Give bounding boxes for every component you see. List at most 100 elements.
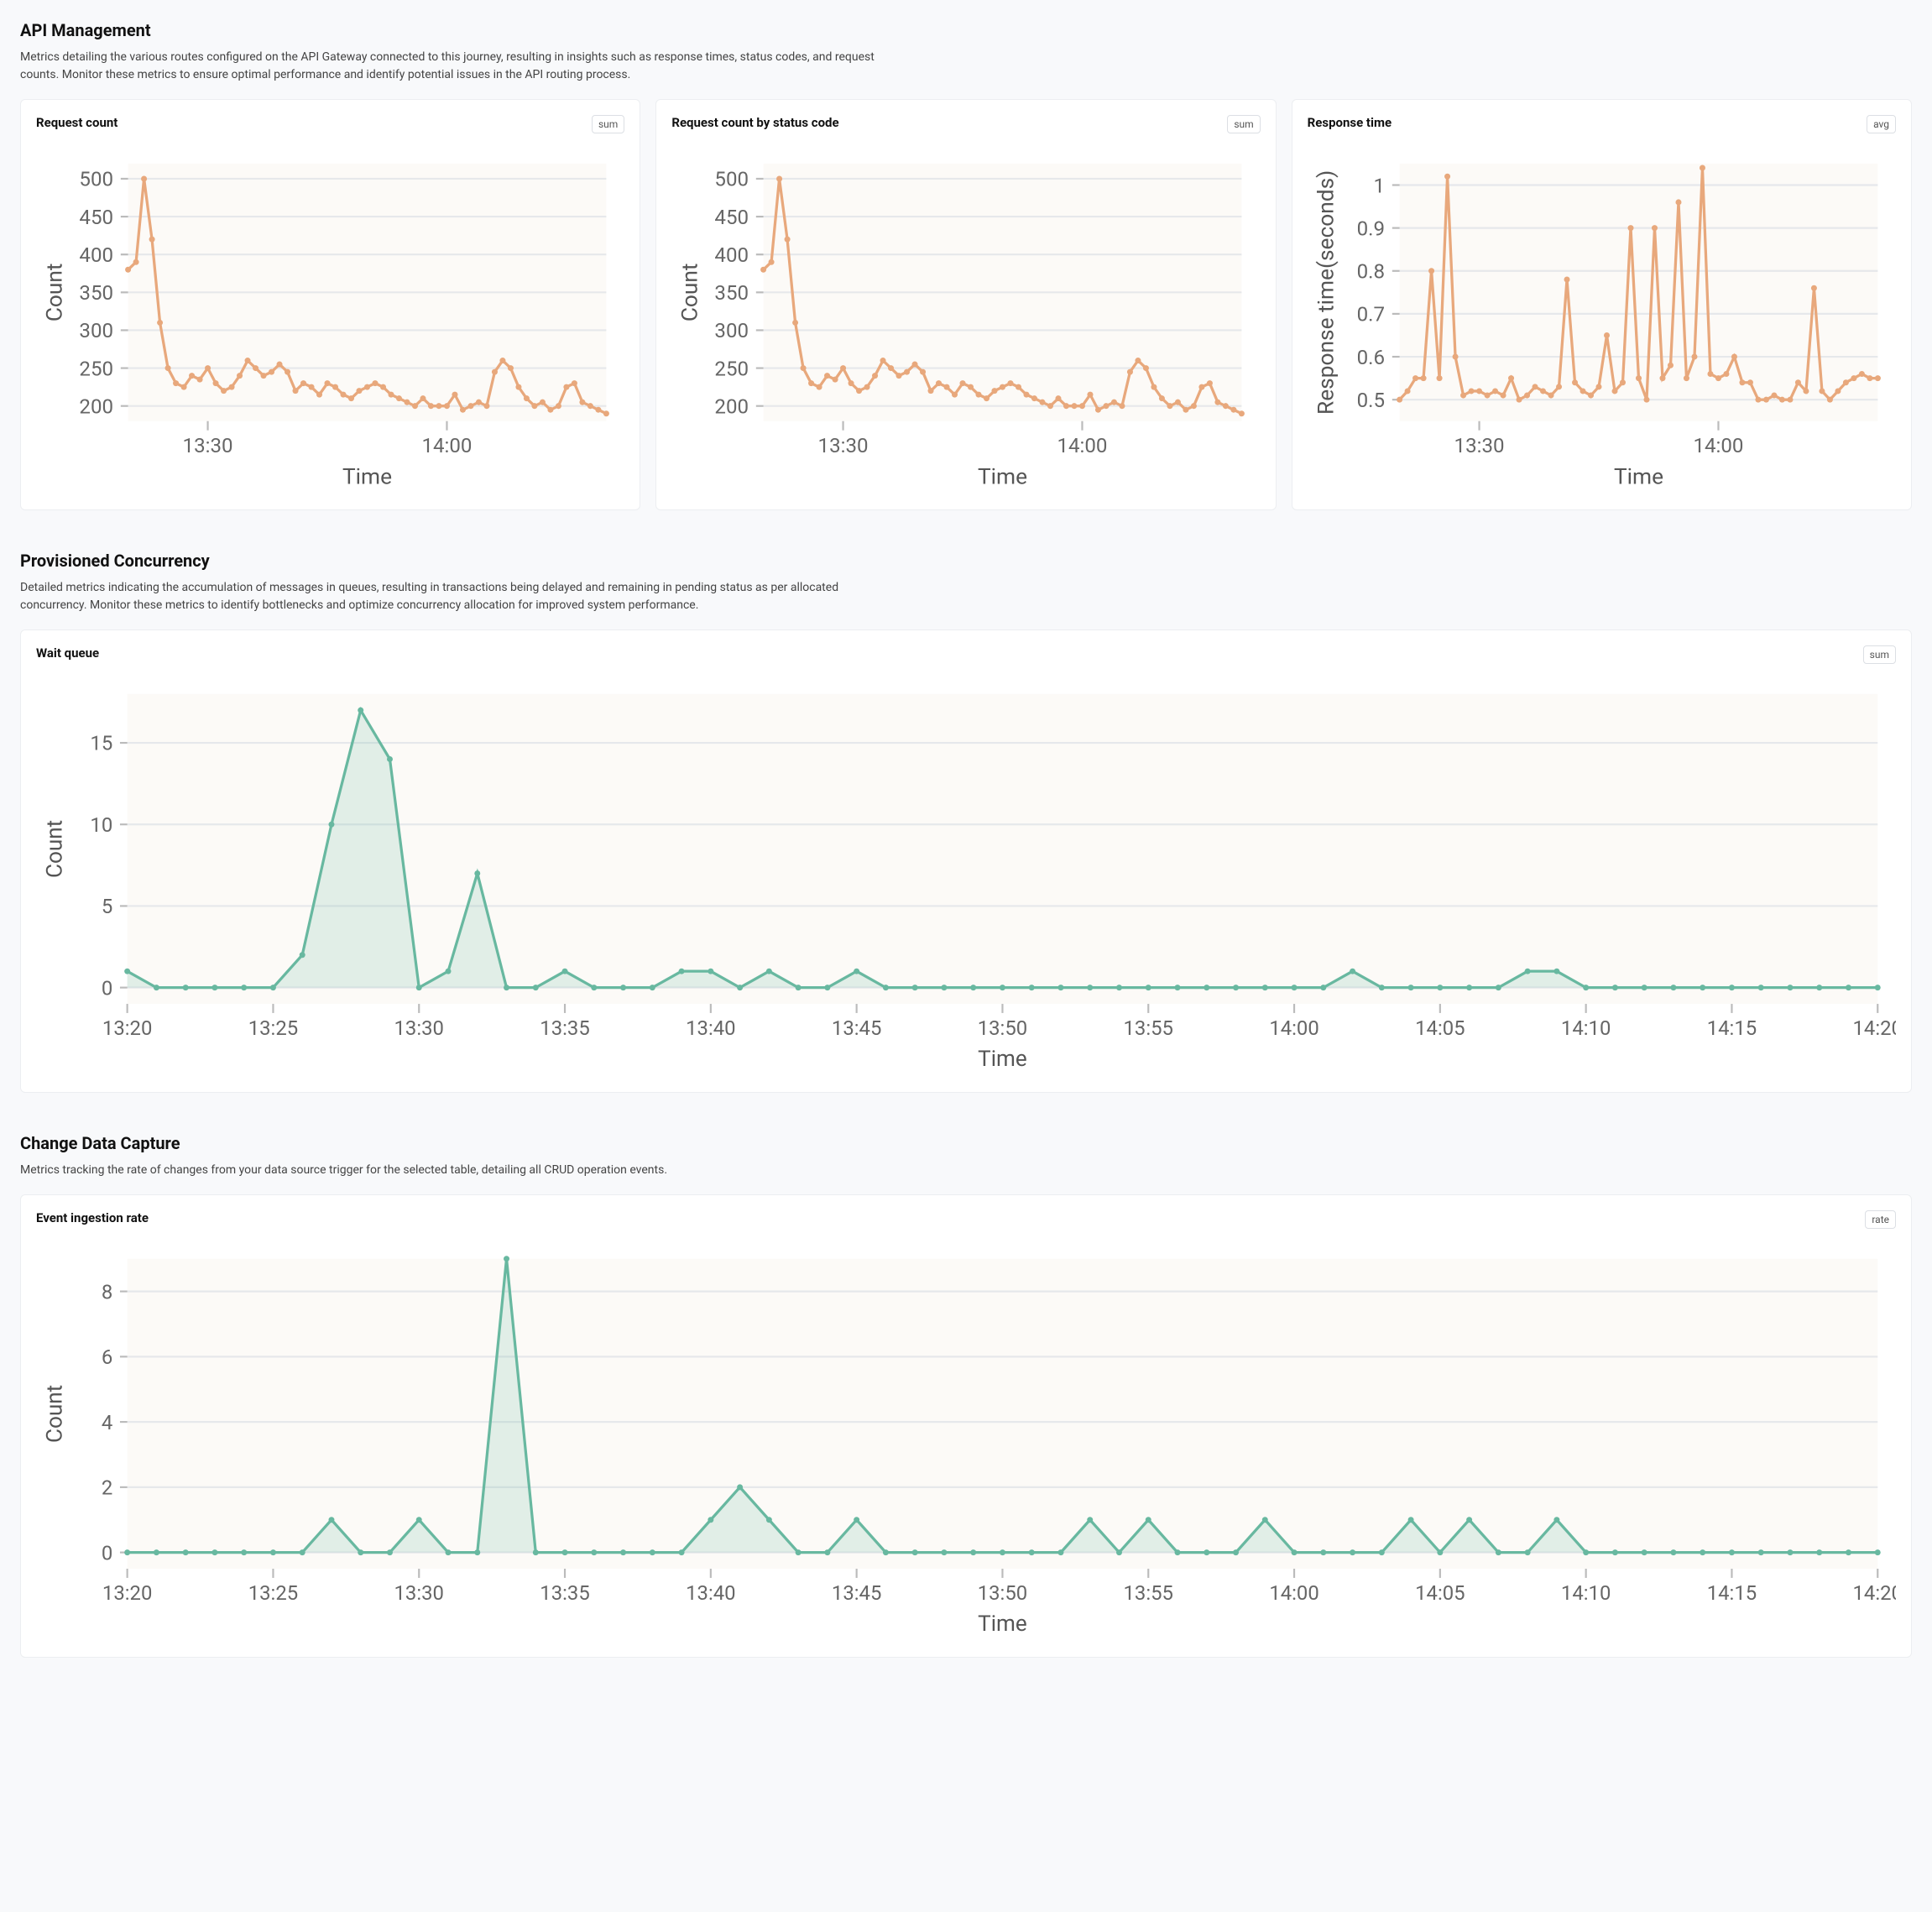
svg-text:350: 350	[715, 281, 749, 305]
svg-text:14:00: 14:00	[1057, 434, 1108, 457]
svg-text:400: 400	[79, 243, 113, 267]
chart-title: Wait queue	[36, 645, 99, 661]
chart-request-count[interactable]: 200 250 300 350 400 450 500 13:30 14:00 Time Count	[36, 145, 624, 494]
svg-text:200: 200	[79, 394, 113, 418]
svg-text:0: 0	[102, 977, 112, 1000]
svg-text:13:35: 13:35	[540, 1016, 589, 1040]
svg-text:13:30: 13:30	[183, 434, 233, 457]
svg-text:450: 450	[79, 206, 113, 229]
svg-text:250: 250	[79, 357, 113, 380]
svg-text:Time: Time	[978, 1047, 1027, 1072]
chart-title: Request count by status code	[671, 115, 838, 130]
svg-text:300: 300	[79, 319, 113, 342]
svg-text:350: 350	[79, 281, 113, 305]
svg-text:14:10: 14:10	[1561, 1581, 1611, 1605]
svg-text:13:25: 13:25	[248, 1016, 298, 1040]
aggregation-badge[interactable]: sum	[1227, 115, 1260, 133]
svg-text:14:05: 14:05	[1415, 1016, 1465, 1040]
card-wait-queue: Wait queue sum 0 5 10 15 13:20 13:25 13:30 13:3…	[20, 629, 1912, 1093]
svg-text:13:40: 13:40	[686, 1581, 735, 1605]
svg-text:Time: Time	[1614, 464, 1663, 489]
chart-response-time[interactable]: 0.5 0.6 0.7 0.8 0.9 1 13:30 14:00 Time Response t…	[1308, 145, 1896, 494]
svg-text:500: 500	[79, 168, 113, 191]
chart-title: Request count	[36, 115, 117, 130]
chart-title: Event ingestion rate	[36, 1210, 149, 1225]
svg-text:200: 200	[715, 394, 749, 418]
svg-text:Count: Count	[42, 820, 67, 878]
svg-text:14:20: 14:20	[1853, 1581, 1896, 1605]
chart-row: Request count sum 200 250 300 350 400 450 500 1…	[20, 99, 1912, 510]
svg-text:14:20: 14:20	[1853, 1016, 1896, 1040]
chart-title: Response time	[1308, 115, 1392, 130]
svg-text:0: 0	[102, 1542, 112, 1565]
section-title: Change Data Capture	[20, 1133, 1912, 1153]
svg-text:13:20: 13:20	[102, 1581, 152, 1605]
svg-text:13:40: 13:40	[686, 1016, 735, 1040]
chart-wait-queue[interactable]: 0 5 10 15 13:20 13:25 13:30 13:35 13:40 13:45 13:5…	[36, 676, 1896, 1077]
card-response-time: Response time avg 0.5 0.6 0.7 0.8 0.9 1 13:30 1…	[1292, 99, 1912, 510]
svg-text:5: 5	[102, 896, 112, 919]
svg-text:13:25: 13:25	[248, 1581, 298, 1605]
card-request-count: Request count sum 200 250 300 350 400 450 500 1…	[20, 99, 640, 510]
aggregation-badge[interactable]: avg	[1867, 115, 1896, 133]
section-provisioned-concurrency: Provisioned Concurrency Detailed metrics…	[20, 551, 1912, 1093]
svg-text:14:15: 14:15	[1707, 1581, 1757, 1605]
svg-text:13:45: 13:45	[832, 1016, 881, 1040]
svg-text:400: 400	[715, 243, 749, 267]
svg-text:15: 15	[90, 732, 112, 755]
aggregation-badge[interactable]: rate	[1865, 1210, 1896, 1229]
svg-text:13:20: 13:20	[102, 1016, 152, 1040]
svg-text:0.6: 0.6	[1356, 346, 1384, 369]
svg-text:Time: Time	[978, 1612, 1027, 1637]
svg-text:0.9: 0.9	[1356, 217, 1384, 240]
svg-text:13:55: 13:55	[1124, 1581, 1173, 1605]
svg-text:6: 6	[102, 1345, 112, 1369]
svg-text:450: 450	[715, 206, 749, 229]
section-description: Metrics tracking the rate of changes fro…	[20, 1162, 901, 1179]
svg-text:13:30: 13:30	[818, 434, 869, 457]
card-request-by-status: Request count by status code sum 200 250 3…	[655, 99, 1276, 510]
section-change-data-capture: Change Data Capture Metrics tracking the…	[20, 1133, 1912, 1658]
svg-text:14:00: 14:00	[1269, 1581, 1318, 1605]
svg-text:14:00: 14:00	[1693, 434, 1743, 457]
chart-event-ingestion-rate[interactable]: 0 2 4 6 8 13:20 13:25 13:30 13:35 13:40 13:45 13:50…	[36, 1241, 1896, 1642]
svg-text:13:55: 13:55	[1124, 1016, 1173, 1040]
svg-text:Count: Count	[43, 263, 68, 321]
aggregation-badge[interactable]: sum	[592, 115, 624, 133]
section-title: API Management	[20, 20, 1912, 40]
svg-text:14:00: 14:00	[421, 434, 472, 457]
svg-text:4: 4	[102, 1411, 112, 1434]
svg-text:Time: Time	[978, 464, 1027, 489]
section-title: Provisioned Concurrency	[20, 551, 1912, 571]
svg-text:8: 8	[102, 1281, 112, 1304]
svg-text:1: 1	[1373, 174, 1385, 197]
svg-text:500: 500	[715, 168, 749, 191]
svg-text:Time: Time	[342, 464, 392, 489]
svg-text:0.7: 0.7	[1356, 303, 1384, 327]
aggregation-badge[interactable]: sum	[1863, 645, 1896, 664]
svg-text:2: 2	[102, 1476, 112, 1500]
svg-text:13:35: 13:35	[540, 1581, 589, 1605]
svg-text:0.5: 0.5	[1356, 389, 1384, 412]
svg-text:Count: Count	[42, 1385, 67, 1443]
svg-text:14:15: 14:15	[1707, 1016, 1757, 1040]
section-description: Metrics detailing the various routes con…	[20, 49, 901, 84]
svg-text:13:50: 13:50	[978, 1581, 1027, 1605]
svg-text:13:30: 13:30	[394, 1581, 444, 1605]
svg-text:Response time(seconds): Response time(seconds)	[1313, 170, 1339, 415]
svg-text:10: 10	[90, 813, 112, 837]
svg-text:13:45: 13:45	[832, 1581, 881, 1605]
section-description: Detailed metrics indicating the accumula…	[20, 579, 901, 614]
svg-text:14:00: 14:00	[1269, 1016, 1318, 1040]
section-api-management: API Management Metrics detailing the var…	[20, 20, 1912, 510]
svg-text:13:30: 13:30	[1454, 434, 1504, 457]
svg-text:250: 250	[715, 357, 749, 380]
svg-text:13:30: 13:30	[394, 1016, 444, 1040]
svg-text:13:50: 13:50	[978, 1016, 1027, 1040]
svg-text:300: 300	[715, 319, 749, 342]
chart-request-by-status[interactable]: 200 250 300 350 400 450 500 13:30 14:00 Time Count	[671, 145, 1260, 494]
svg-text:14:10: 14:10	[1561, 1016, 1611, 1040]
card-event-ingestion-rate: Event ingestion rate rate 0 2 4 6 8 13:20 13:2…	[20, 1194, 1912, 1658]
svg-text:0.8: 0.8	[1356, 260, 1384, 284]
svg-text:Count: Count	[678, 263, 703, 321]
